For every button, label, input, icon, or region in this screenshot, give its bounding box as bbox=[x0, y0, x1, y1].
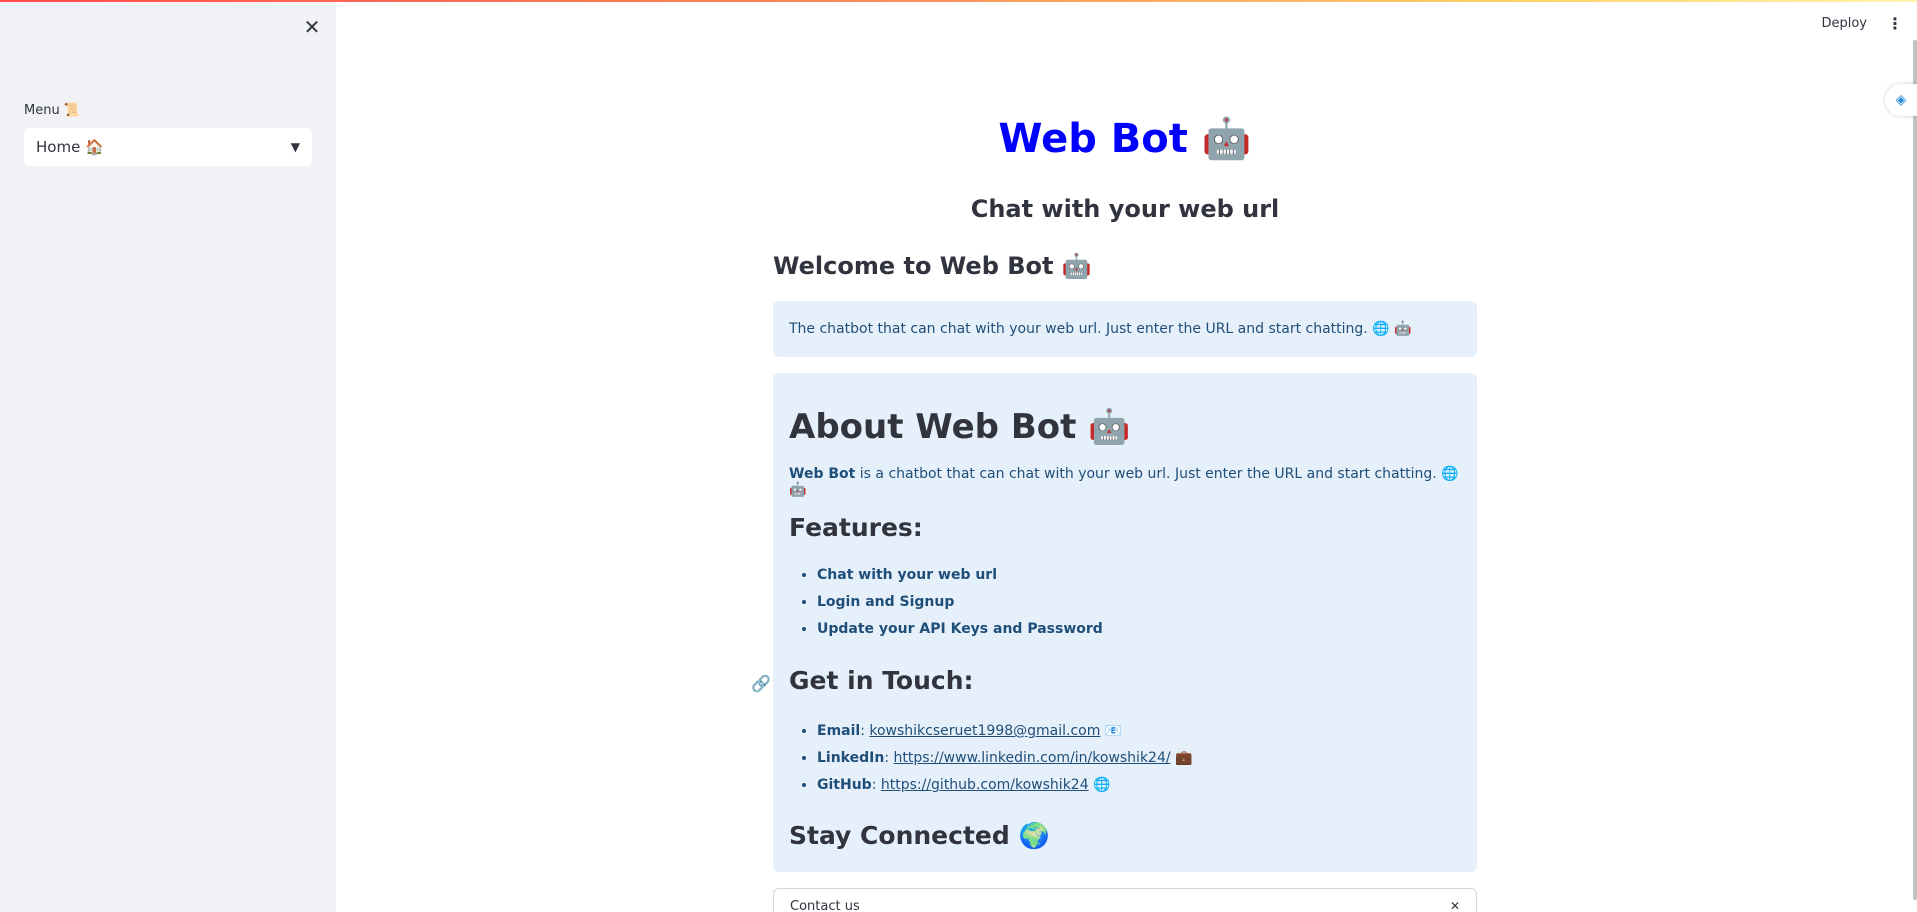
list-item: Login and Signup bbox=[817, 594, 1103, 621]
chevron-down-icon: ▼ bbox=[290, 140, 300, 154]
scrollbar[interactable] bbox=[1913, 40, 1917, 900]
email-link[interactable]: kowshikcseruet1998@gmail.com bbox=[869, 723, 1100, 739]
deploy-button[interactable]: Deploy bbox=[1821, 16, 1867, 31]
top-decoration-bar bbox=[0, 0, 1917, 2]
contact-list: Email: kowshikcseruet1998@gmail.com 📧 Li… bbox=[817, 723, 1192, 804]
linkedin-emoji: 💼 bbox=[1175, 750, 1193, 766]
page-subtitle: Chat with your web url bbox=[970, 195, 1280, 223]
welcome-heading: Welcome to Web Bot 🤖 bbox=[773, 252, 1092, 280]
sidebar: ✕ Menu 📜 Home 🏠 ▼ bbox=[0, 0, 336, 912]
contact-expander[interactable]: Contact us ✕ bbox=[773, 888, 1477, 912]
features-list: Chat with your web url Login and Signup … bbox=[817, 567, 1103, 648]
side-badge-icon[interactable]: ◈ bbox=[1885, 84, 1917, 116]
about-box: About Web Bot 🤖 Web Bot is a chatbot tha… bbox=[751, 373, 1477, 872]
about-text: Web Bot is a chatbot that can chat with … bbox=[789, 466, 1477, 498]
about-heading: About Web Bot 🤖 bbox=[789, 407, 1131, 447]
more-vert-icon[interactable]: ⋮ bbox=[1887, 14, 1903, 33]
contact-item-github: GitHub: https://github.com/kowshik24 🌐 bbox=[817, 777, 1192, 804]
about-text-rest: is a chatbot that can chat with your web… bbox=[789, 466, 1459, 498]
link-icon[interactable]: 🔗 bbox=[751, 674, 771, 693]
features-heading: Features: bbox=[789, 513, 923, 542]
linkedin-link[interactable]: https://www.linkedin.com/in/kowshik24/ bbox=[894, 750, 1171, 766]
github-link[interactable]: https://github.com/kowshik24 bbox=[881, 777, 1089, 793]
stay-heading: Stay Connected 🌍 bbox=[789, 821, 1050, 850]
about-text-bold: Web Bot bbox=[789, 466, 856, 482]
list-item: Chat with your web url bbox=[817, 567, 1103, 594]
chevron-down-icon: ✕ bbox=[1449, 899, 1460, 912]
touch-heading: Get in Touch: bbox=[789, 666, 974, 695]
close-icon[interactable]: ✕ bbox=[299, 14, 325, 40]
menu-selected-value: Home 🏠 bbox=[36, 138, 104, 156]
contact-label: Email bbox=[817, 723, 861, 739]
contact-expander-label: Contact us bbox=[790, 899, 860, 912]
menu-label: Menu 📜 bbox=[24, 103, 81, 118]
info-box: The chatbot that can chat with your web … bbox=[773, 301, 1477, 357]
contact-item-email: Email: kowshikcseruet1998@gmail.com 📧 bbox=[817, 723, 1192, 750]
email-emoji: 📧 bbox=[1104, 723, 1123, 739]
contact-label: LinkedIn bbox=[817, 750, 885, 766]
main-area: Deploy ⋮ ◈ Web Bot 🤖 Chat with your web … bbox=[336, 0, 1917, 912]
info-text: The chatbot that can chat with your web … bbox=[789, 321, 1412, 337]
contact-label: GitHub bbox=[817, 777, 872, 793]
contact-item-linkedin: LinkedIn: https://www.linkedin.com/in/ko… bbox=[817, 750, 1192, 777]
github-emoji: 🌐 bbox=[1093, 777, 1111, 793]
list-item: Update your API Keys and Password bbox=[817, 621, 1103, 648]
menu-select[interactable]: Home 🏠 ▼ bbox=[24, 128, 312, 166]
page-title: Web Bot 🤖 bbox=[998, 116, 1252, 162]
